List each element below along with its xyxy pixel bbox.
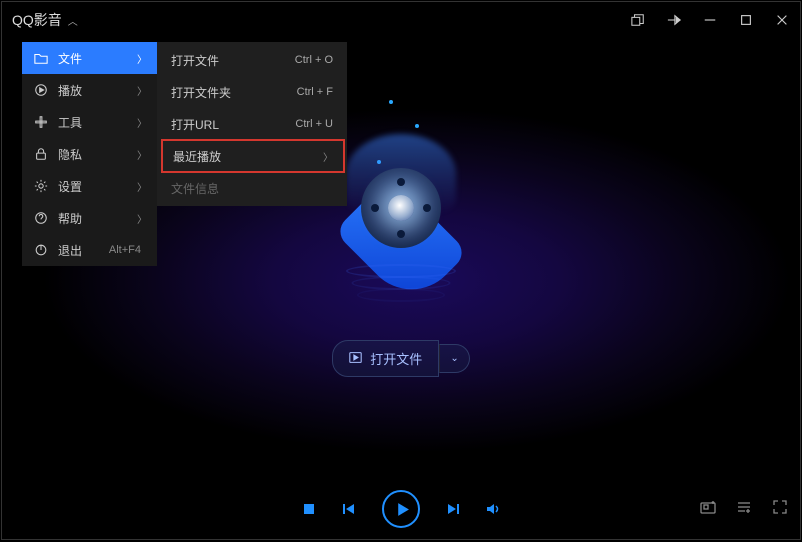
submenu-open-url[interactable]: 打开URL Ctrl + U (157, 108, 347, 140)
stop-button[interactable] (302, 502, 316, 516)
chevron-right-icon: 〉 (323, 149, 333, 164)
open-file-dropdown[interactable]: ⌄ (439, 344, 469, 373)
fullscreen-icon[interactable] (772, 499, 788, 520)
app-title[interactable]: QQ影音 ︿ (12, 10, 78, 30)
app-window: QQ影音 ︿ (1, 1, 801, 540)
particle-icon (389, 100, 393, 104)
menu-label: 文件 (58, 50, 137, 67)
menu-label: 设置 (58, 178, 137, 195)
submenu-label: 打开URL (171, 116, 295, 133)
submenu-shortcut: Ctrl + F (297, 86, 333, 98)
menu-item-tools[interactable]: 工具 〉 (22, 106, 157, 138)
submenu-open-folder[interactable]: 打开文件夹 Ctrl + F (157, 76, 347, 108)
chevron-right-icon: 〉 (137, 147, 147, 162)
menu-label: 播放 (58, 82, 137, 99)
help-icon (32, 211, 50, 225)
tools-icon (32, 115, 50, 129)
chevron-right-icon: 〉 (137, 211, 147, 226)
bottom-right-controls (700, 499, 788, 520)
prev-button[interactable] (342, 502, 356, 516)
menu-label: 帮助 (58, 210, 137, 227)
power-icon (32, 243, 50, 257)
submenu-file-info: 文件信息 (157, 172, 347, 204)
pin-icon[interactable] (666, 12, 682, 28)
menu-item-play[interactable]: 播放 〉 (22, 74, 157, 106)
menu-item-privacy[interactable]: 隐私 〉 (22, 138, 157, 170)
submenu-open-file[interactable]: 打开文件 Ctrl + O (157, 44, 347, 76)
submenu-label: 打开文件夹 (171, 84, 297, 101)
submenu-shortcut: Ctrl + U (295, 118, 333, 130)
gear-icon (32, 179, 50, 193)
menu-label: 隐私 (58, 146, 137, 163)
playlist-icon[interactable] (736, 499, 752, 520)
submenu-label: 打开文件 (171, 52, 295, 69)
title-bar: QQ影音 ︿ (2, 2, 800, 38)
menu-item-exit[interactable]: 退出 Alt+F4 (22, 234, 157, 266)
film-reel-icon (361, 168, 441, 248)
volume-button[interactable] (486, 502, 500, 516)
main-menu: 文件 〉 播放 〉 工具 〉 隐私 〉 设置 〉 帮助 〉 (22, 42, 157, 266)
mini-mode-icon[interactable] (630, 12, 646, 28)
submenu-recent[interactable]: 最近播放 〉 (161, 139, 345, 173)
open-file-label: 打开文件 (370, 349, 422, 368)
submenu-shortcut: Ctrl + O (295, 54, 333, 66)
maximize-button[interactable] (738, 12, 754, 28)
play-button[interactable] (382, 490, 420, 528)
particle-icon (415, 124, 419, 128)
reflection (346, 252, 456, 302)
minimize-button[interactable] (702, 12, 718, 28)
close-button[interactable] (774, 12, 790, 28)
file-submenu: 打开文件 Ctrl + O 打开文件夹 Ctrl + F 打开URL Ctrl … (157, 42, 347, 206)
title-controls (630, 12, 790, 28)
menu-shortcut: Alt+F4 (109, 244, 141, 256)
chevron-right-icon: 〉 (137, 115, 147, 130)
chevron-right-icon: 〉 (137, 51, 147, 66)
play-circle-icon (32, 83, 50, 97)
app-title-text: QQ影音 (12, 10, 62, 30)
play-icon (349, 351, 362, 367)
menu-label: 工具 (58, 114, 137, 131)
submenu-label: 最近播放 (173, 148, 323, 165)
playback-controls (302, 490, 500, 528)
folder-icon (32, 51, 50, 65)
caret-up-icon: ︿ (68, 13, 78, 28)
chevron-right-icon: 〉 (137, 179, 147, 194)
lock-icon (32, 147, 50, 161)
menu-item-settings[interactable]: 设置 〉 (22, 170, 157, 202)
playback-bar (2, 479, 800, 539)
chevron-down-icon: ⌄ (450, 353, 458, 364)
open-file-button-group: 打开文件 ⌄ (332, 340, 469, 377)
chevron-right-icon: 〉 (137, 83, 147, 98)
next-button[interactable] (446, 502, 460, 516)
menu-label: 退出 (58, 242, 109, 259)
open-file-button[interactable]: 打开文件 (332, 340, 439, 377)
submenu-label: 文件信息 (171, 180, 333, 197)
menu-item-help[interactable]: 帮助 〉 (22, 202, 157, 234)
menu-item-file[interactable]: 文件 〉 (22, 42, 157, 74)
snapshot-icon[interactable] (700, 499, 716, 520)
